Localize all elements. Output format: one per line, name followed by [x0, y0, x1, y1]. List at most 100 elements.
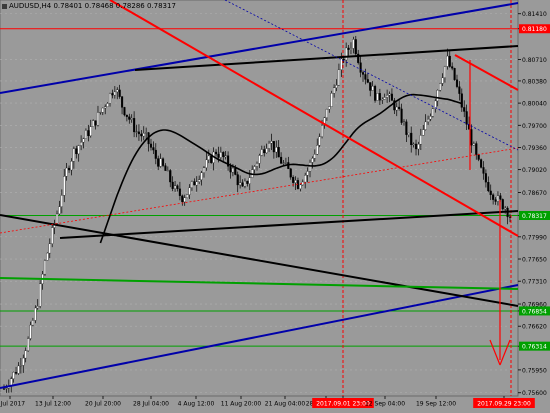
- candle-body: [265, 148, 268, 154]
- candle-body: [448, 55, 451, 67]
- candle-body: [277, 147, 280, 158]
- candle-body: [176, 185, 179, 189]
- chart-symbol-icon: [2, 3, 7, 9]
- candle-body: [24, 350, 27, 359]
- candle-body: [125, 114, 128, 117]
- black-descending-line[interactable]: [0, 214, 519, 307]
- candle-body: [436, 90, 439, 102]
- candle-body: [181, 195, 184, 203]
- candle-body: [272, 141, 275, 153]
- candle-body: [364, 74, 367, 80]
- candle-body: [258, 155, 261, 164]
- horizontal-lines[interactable]: [0, 28, 518, 347]
- candle-body: [470, 129, 473, 146]
- candle-body: [236, 174, 239, 186]
- candle-body: [441, 77, 444, 84]
- candle-body: [63, 176, 66, 196]
- trend-lines[interactable]: [0, 0, 519, 389]
- price-tick-label: 0.78317: [522, 213, 547, 220]
- candle-body: [198, 179, 201, 183]
- candle-body: [217, 153, 220, 158]
- candle-body: [89, 126, 92, 137]
- candle-body: [453, 68, 456, 80]
- chart-header: AUDUSD,H4 0.78401 0.78468 0.78286 0.7831…: [2, 2, 176, 10]
- candle-body: [128, 116, 131, 120]
- candle-body: [443, 66, 446, 79]
- candle-body: [395, 106, 398, 111]
- candle-body: [294, 180, 297, 183]
- candle-body: [234, 167, 237, 175]
- candle-body: [414, 143, 418, 150]
- price-tick-label: 0.79020: [522, 167, 547, 174]
- candle-body: [137, 131, 140, 135]
- candle-body: [417, 143, 420, 150]
- candle-body: [318, 136, 321, 146]
- candle-body: [275, 147, 278, 153]
- candle-body: [80, 141, 83, 146]
- time-tick-label: 21 Aug 04:00: [265, 401, 306, 408]
- candle-body: [477, 154, 480, 160]
- candle-body: [376, 93, 379, 101]
- candle-body: [145, 132, 148, 134]
- candle-body: [390, 93, 393, 101]
- candle-body: [121, 96, 124, 108]
- blue-dotted-line[interactable]: [224, 0, 519, 151]
- candle-body: [224, 155, 227, 158]
- candle-body: [106, 103, 109, 107]
- time-tick-label: 13 Jul 12:00: [35, 401, 71, 408]
- candle-body: [337, 69, 340, 86]
- red-short-line[interactable]: [454, 54, 519, 91]
- candle-body: [157, 158, 160, 167]
- candles: [2, 35, 512, 393]
- candle-body: [292, 177, 295, 183]
- candle-body: [484, 173, 487, 183]
- candle-body: [202, 167, 206, 173]
- candle-body: [159, 158, 162, 167]
- candle-body: [164, 165, 167, 171]
- candle-body: [386, 95, 389, 98]
- candle-body: [289, 168, 292, 178]
- candle-body: [229, 166, 232, 173]
- candle-body: [374, 86, 377, 101]
- candle-body: [508, 216, 512, 218]
- candle-body: [178, 188, 181, 196]
- candle-body: [335, 85, 338, 88]
- candle-body: [383, 97, 386, 100]
- candle-body: [149, 143, 153, 148]
- candle-body: [27, 338, 30, 351]
- candle-body: [301, 181, 304, 186]
- chart-canvas[interactable]: 0.81410 0.81180 0.80710 0.80380 0.80040 0.797…: [0, 0, 550, 413]
- price-tick-label: 0.80380: [522, 78, 547, 85]
- candle-body: [219, 152, 222, 158]
- candle-body: [210, 155, 213, 163]
- time-tick-label: 20 Jul 20:00: [85, 401, 121, 408]
- candle-body: [48, 243, 51, 254]
- candle-body: [94, 120, 97, 126]
- candle-body: [465, 111, 468, 125]
- candle-body: [410, 132, 413, 146]
- candle-body: [494, 199, 497, 202]
- candle-body: [152, 147, 155, 151]
- projection-arrow-head-left[interactable]: [489, 339, 501, 366]
- chart-window[interactable]: 0.81410 0.81180 0.80710 0.80380 0.80040 0.797…: [0, 0, 550, 413]
- candle-body: [171, 181, 174, 189]
- candle-body: [424, 121, 427, 130]
- time-tick-label: 4 Aug 12:00: [178, 401, 215, 408]
- candle-body: [496, 195, 500, 202]
- blue-upper-channel-line[interactable]: [0, 2, 519, 94]
- candle-body: [352, 39, 355, 49]
- candle-body: [253, 166, 256, 170]
- blue-lower-channel-line[interactable]: [0, 284, 519, 389]
- candle-body: [487, 182, 490, 192]
- candle-body: [75, 148, 78, 155]
- candle-body: [70, 161, 73, 171]
- projection-arrow-head-right[interactable]: [499, 339, 511, 366]
- candle-body: [99, 112, 102, 114]
- red-descending-line[interactable]: [109, 0, 519, 237]
- candle-body: [92, 120, 95, 127]
- candle-body: [2, 388, 6, 390]
- candle-body: [267, 143, 271, 149]
- candle-body: [378, 93, 381, 101]
- green-long-line[interactable]: [0, 277, 519, 290]
- price-tick-label: 0.79700: [522, 123, 547, 130]
